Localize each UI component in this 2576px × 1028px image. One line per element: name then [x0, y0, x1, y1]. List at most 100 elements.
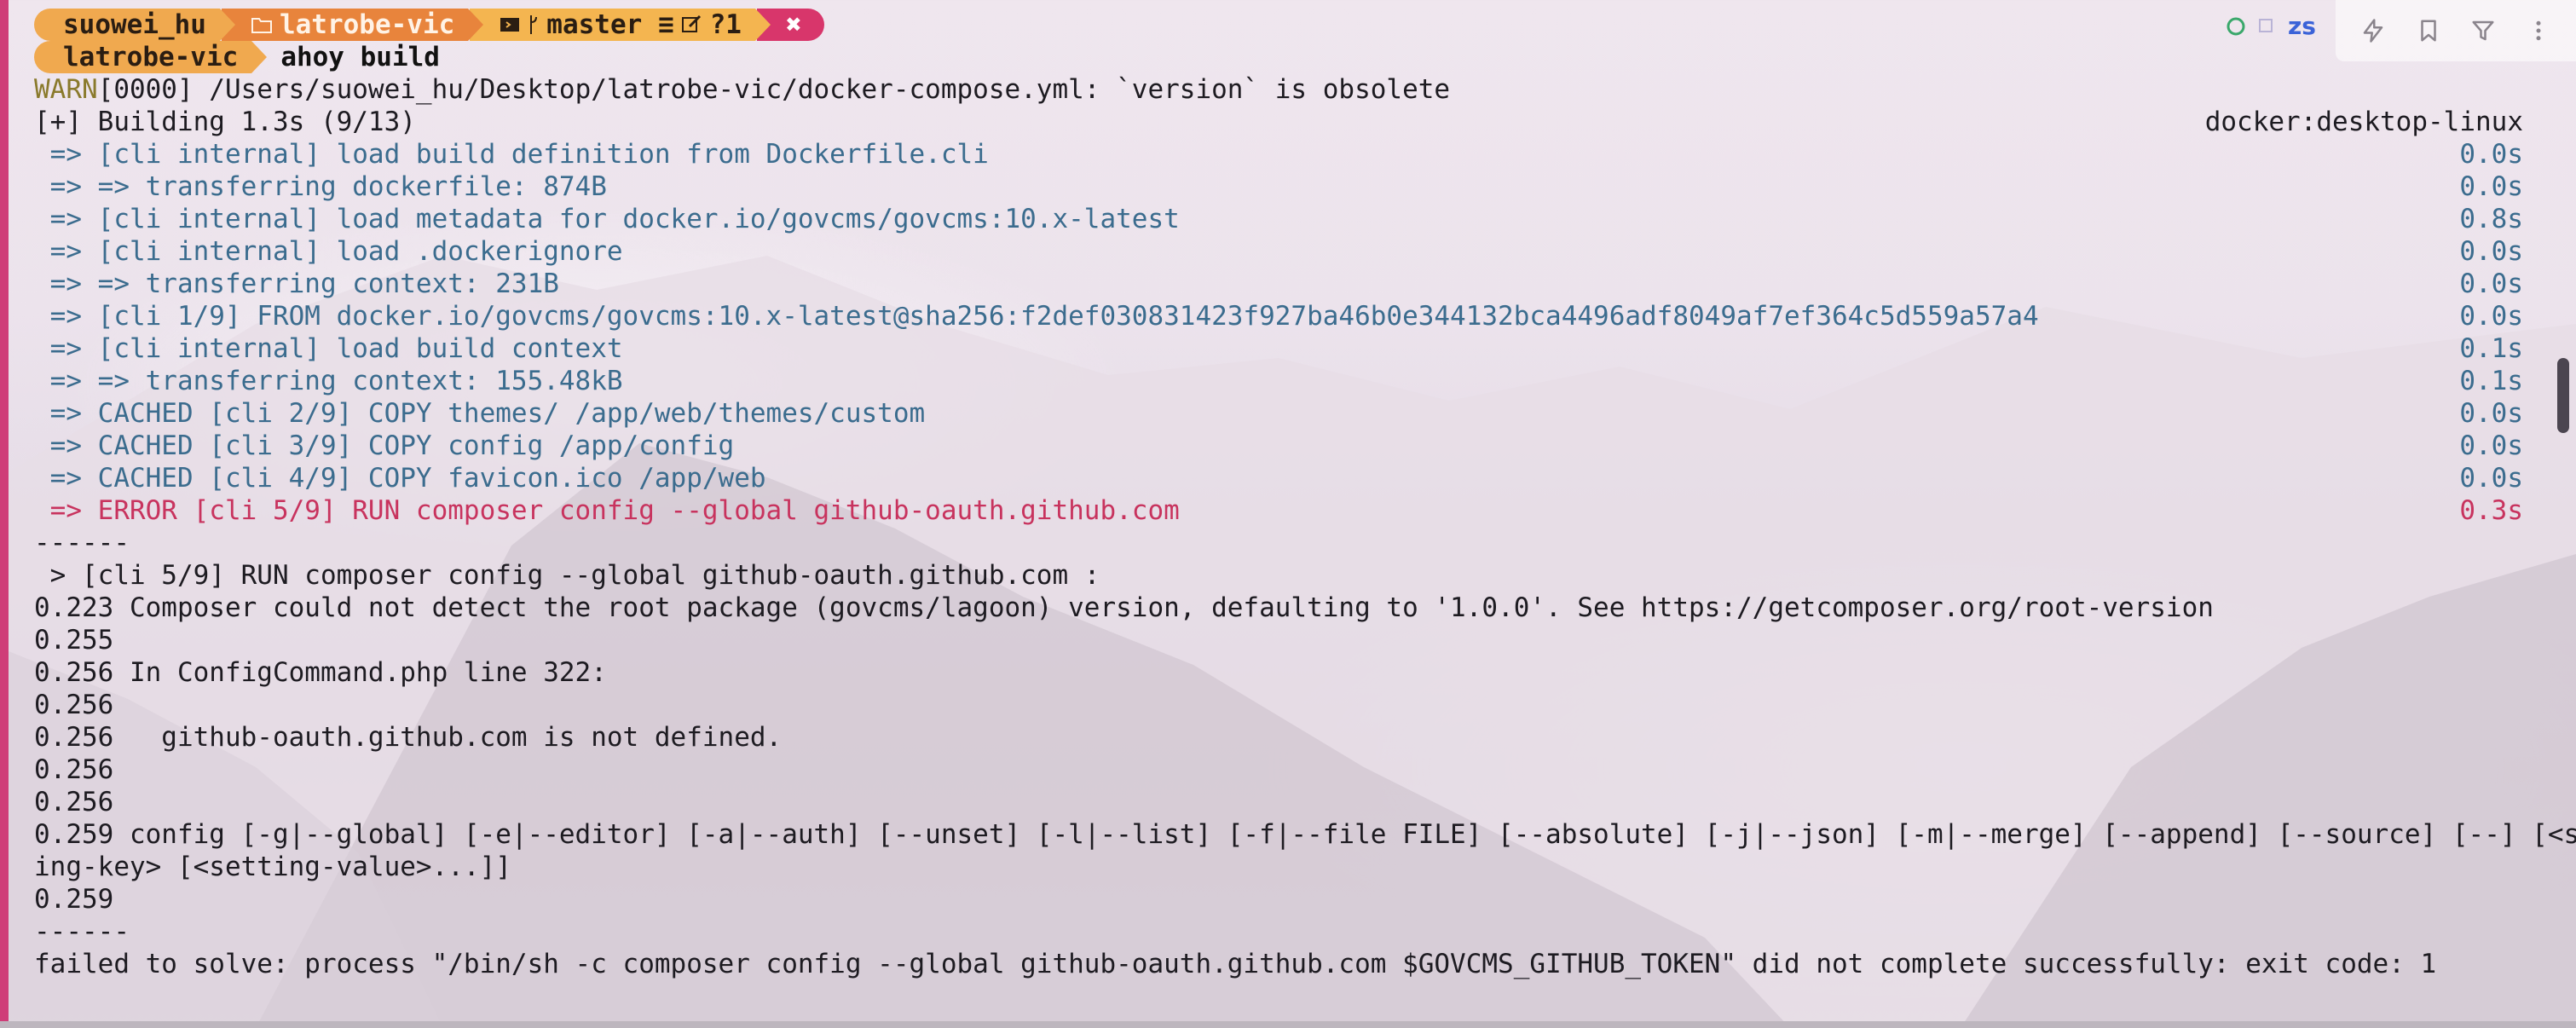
output-line: => CACHED [cli 3/9] COPY config /app/con…: [34, 430, 2523, 462]
output-line: 0.259 config [-g|--global] [-e|--editor]…: [34, 818, 2576, 851]
prompt-dir2: latrobe-vic: [63, 42, 239, 72]
output-time: 0.3s: [2459, 495, 2523, 526]
output-time: 0.1s: [2459, 333, 2523, 364]
output-line: => [cli internal] load build definition …: [34, 138, 2523, 170]
output-text: ------: [34, 916, 130, 947]
folder-icon: [251, 18, 272, 33]
output-text: 0.256: [34, 787, 114, 817]
output-text: => => transferring context: 155.48kB: [34, 366, 623, 396]
terminal-toolbar: [2336, 0, 2576, 61]
output-text: > [cli 5/9] RUN composer config --global…: [34, 560, 1100, 591]
output-text: => CACHED [cli 4/9] COPY favicon.ico /ap…: [34, 463, 766, 494]
output-text: => [cli internal] load build definition …: [34, 139, 989, 170]
output-line: ------: [34, 527, 2523, 559]
output-line: => => transferring context: 231B 0.0s: [34, 268, 2523, 300]
output-text: 0.256: [34, 754, 114, 785]
prompt-branch: master ≡: [546, 9, 674, 40]
output-line: 0.256: [34, 786, 2523, 818]
output-text: 0.256 github-oauth.github.com is not def…: [34, 722, 783, 753]
prompt-user: suowei_hu: [63, 9, 206, 40]
left-accent-bar: [0, 0, 9, 1028]
output-line: => ERROR [cli 5/9] RUN composer config -…: [34, 494, 2523, 527]
output-line: failed to solve: process "/bin/sh -c com…: [34, 948, 2523, 980]
output-text: => CACHED [cli 2/9] COPY themes/ /app/we…: [34, 398, 926, 429]
terminal-output[interactable]: suowei_hu latrobe-vic master ≡ ?1 ✖ latr…: [34, 9, 2576, 980]
output-line: 0.259: [34, 883, 2523, 915]
output-line: => => transferring dockerfile: 874B 0.0s: [34, 170, 2523, 203]
output-line: WARN[0000] /Users/suowei_hu/Desktop/latr…: [34, 73, 2523, 106]
bookmark-icon[interactable]: [2413, 15, 2444, 46]
output-time: 0.0s: [2459, 139, 2523, 170]
output-text: 0.256: [34, 690, 114, 720]
output-text: 0.256 In ConfigCommand.php line 322:: [34, 657, 607, 688]
edit-icon: [681, 14, 701, 32]
output-line: [+] Building 1.3s (9/13) docker:desktop-l…: [34, 106, 2523, 138]
prompt-dir-segment: latrobe-vic: [221, 9, 484, 41]
output-line: => [cli internal] load .dockerignore 0.0s: [34, 235, 2523, 268]
warn-message: [0000] /Users/suowei_hu/Desktop/latrobe-…: [97, 74, 1451, 105]
output-line: 0.256: [34, 689, 2523, 721]
output-text: failed to solve: process "/bin/sh -c com…: [34, 949, 2437, 979]
shield-icon: [2227, 17, 2245, 35]
output-text: 0.223 Composer could not detect the root…: [34, 592, 2214, 623]
more-vertical-icon[interactable]: [2523, 15, 2554, 46]
output-line: => CACHED [cli 4/9] COPY favicon.ico /ap…: [34, 462, 2523, 494]
branch-icon: [530, 15, 538, 34]
output-text: => => transferring dockerfile: 874B: [34, 171, 607, 202]
output-time: 0.0s: [2459, 463, 2523, 494]
output-line: 0.256 In ConfigCommand.php line 322:: [34, 656, 2523, 689]
output-time: 0.0s: [2459, 269, 2523, 299]
output-line: ------: [34, 915, 2523, 948]
session-indicator: zs: [2227, 12, 2316, 40]
output-time: 0.0s: [2459, 430, 2523, 461]
output-text: => [cli internal] load .dockerignore: [34, 236, 623, 267]
output-line: => CACHED [cli 2/9] COPY themes/ /app/we…: [34, 397, 2523, 430]
warn-prefix: WARN: [34, 74, 98, 105]
output-time: 0.0s: [2459, 301, 2523, 332]
output-text: => ERROR [cli 5/9] RUN composer config -…: [34, 495, 1180, 526]
prompt-user-segment: suowei_hu: [34, 9, 235, 41]
prompt-changes: ?1: [709, 9, 742, 40]
output-line: ing-key> [<setting-value>...]]: [34, 851, 2523, 883]
output-text: ing-key> [<setting-value>...]]: [34, 852, 511, 882]
output-line: 0.223 Composer could not detect the root…: [34, 592, 2523, 624]
error-status-icon: ✖: [785, 9, 802, 40]
output-time: 0.0s: [2459, 398, 2523, 429]
command-text: ahoy build: [280, 42, 440, 72]
output-time: 0.0s: [2459, 236, 2523, 267]
output-line: => => transferring context: 155.48kB 0.1s: [34, 365, 2523, 397]
output-line: > [cli 5/9] RUN composer config --global…: [34, 559, 2523, 592]
output-text: 0.259 config [-g|--global] [-e|--editor]…: [34, 819, 2576, 850]
output-time: 0.0s: [2459, 171, 2523, 202]
output-time: 0.1s: [2459, 366, 2523, 396]
output-line: => [cli internal] load metadata for dock…: [34, 203, 2523, 235]
output-line: => [cli internal] load build context 0.1s: [34, 332, 2523, 365]
output-line: 0.256 github-oauth.github.com is not def…: [34, 721, 2523, 754]
output-text: ------: [34, 528, 130, 558]
output-text: [+] Building 1.3s (9/13): [34, 107, 416, 137]
prompt-git-segment: master ≡ ?1: [470, 9, 771, 41]
output-time: docker:desktop-linux: [2204, 107, 2523, 137]
prompt-line: suowei_hu latrobe-vic master ≡ ?1 ✖: [34, 9, 2523, 41]
output-line: 0.255: [34, 624, 2523, 656]
filter-icon[interactable]: [2468, 15, 2498, 46]
output-text: 0.259: [34, 884, 114, 915]
output-text: => [cli internal] load metadata for dock…: [34, 204, 1180, 234]
zs-label: zs: [2288, 12, 2316, 40]
git-repo-icon: [500, 18, 520, 32]
output-line: 0.256: [34, 754, 2523, 786]
output-text: => [cli 1/9] FROM docker.io/govcms/govcm…: [34, 301, 2039, 332]
prompt-dir: latrobe-vic: [279, 9, 455, 40]
prompt-dir2-segment: latrobe-vic: [34, 41, 268, 73]
output-text: => [cli internal] load build context: [34, 333, 623, 364]
copy-icon: [2259, 18, 2273, 32]
output-lines: WARN[0000] /Users/suowei_hu/Desktop/latr…: [34, 73, 2576, 980]
command-line: latrobe-vic ahoy build: [34, 41, 2523, 73]
output-text: => CACHED [cli 3/9] COPY config /app/con…: [34, 430, 735, 461]
bottom-border: [0, 1021, 2576, 1028]
scrollbar-thumb[interactable]: [2557, 358, 2569, 433]
output-text: 0.255: [34, 625, 114, 655]
output-line: => [cli 1/9] FROM docker.io/govcms/govcm…: [34, 300, 2523, 332]
output-text: => => transferring context: 231B: [34, 269, 559, 299]
lightning-icon[interactable]: [2358, 15, 2388, 46]
